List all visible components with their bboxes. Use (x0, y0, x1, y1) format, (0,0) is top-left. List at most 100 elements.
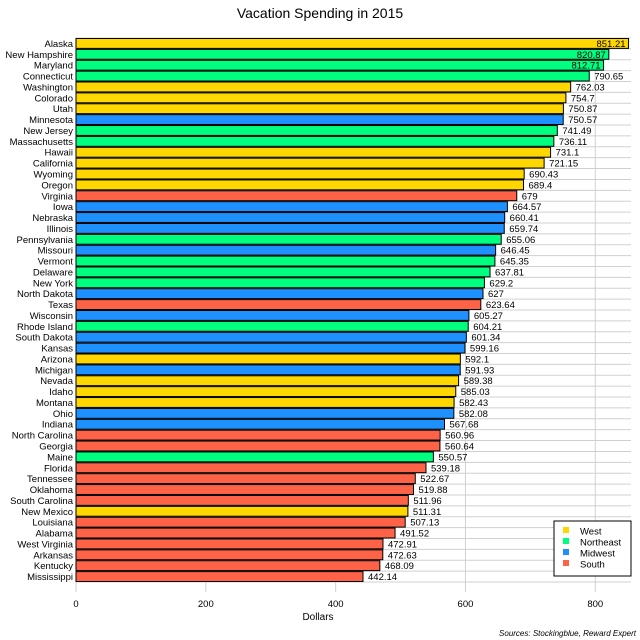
bar-connecticut (75, 70, 590, 82)
state-label: Nevada (40, 376, 73, 387)
value-label: 637.81 (495, 267, 524, 278)
value-label: 812.71 (571, 61, 600, 72)
value-label: 627 (488, 289, 504, 300)
value-label: 790.65 (594, 72, 623, 83)
legend-swatch-west (563, 527, 569, 533)
bar-arkansas (75, 549, 384, 561)
state-label: Nebraska (32, 213, 73, 224)
state-label: Vermont (38, 257, 74, 268)
legend: WestNortheastMidwestSouth (553, 520, 632, 577)
state-label: Delaware (33, 267, 73, 278)
x-tick-label: 0 (73, 599, 78, 610)
bar-massachusetts (75, 135, 555, 147)
state-label: North Dakota (17, 289, 74, 300)
value-label: 582.08 (459, 409, 488, 420)
value-label: 762.03 (576, 82, 605, 93)
value-label: 750.87 (568, 104, 597, 115)
state-label: New York (33, 278, 73, 289)
value-label: 820.87 (577, 50, 606, 61)
chart-title: Vacation Spending in 2015 (237, 5, 404, 21)
state-label: New Hampshire (5, 50, 73, 61)
value-label: 731.1 (556, 148, 580, 159)
bar-wyoming (75, 168, 525, 180)
value-label: 736.11 (559, 137, 587, 148)
bar-california (75, 157, 545, 169)
legend-swatch-midwest (563, 549, 569, 555)
value-label: 741.49 (562, 126, 591, 137)
state-label: Alaska (44, 39, 73, 50)
value-label: 567.68 (449, 420, 478, 431)
x-tick-label: 800 (587, 599, 603, 610)
value-label: 472.91 (388, 539, 417, 550)
bar-oklahoma (75, 484, 414, 495)
bar-texas (75, 299, 482, 310)
value-label: 605.27 (474, 311, 503, 322)
state-label: Illinois (47, 224, 74, 235)
value-label: 468.09 (385, 561, 414, 572)
state-label: Michigan (35, 365, 73, 376)
value-label: 601.34 (471, 333, 500, 344)
legend-swatch-northeast (563, 538, 569, 544)
vacation-spending-chart: AlaskaNew HampshireMarylandConnecticutWa… (5, 5, 636, 638)
value-label: 664.57 (512, 202, 541, 213)
value-label: 539.18 (431, 463, 460, 474)
bar-vermont (75, 255, 496, 267)
value-label: 519.88 (418, 485, 447, 496)
state-label: Maine (47, 452, 73, 463)
state-label: Utah (53, 104, 73, 115)
state-label: Washington (23, 82, 73, 93)
state-label: Idaho (49, 387, 73, 398)
state-label: Iowa (53, 202, 74, 213)
bar-north-dakota (75, 288, 484, 300)
value-label: 591.93 (465, 365, 494, 376)
bar-georgia (75, 440, 441, 452)
state-label: Texas (48, 300, 73, 311)
bar-virginia (75, 190, 518, 202)
bar-illinois (75, 222, 505, 234)
state-labels: AlaskaNew HampshireMarylandConnecticutWa… (5, 39, 73, 583)
state-label: Mississippi (27, 572, 73, 583)
state-label: Arkansas (33, 550, 73, 561)
state-label: South Carolina (10, 496, 74, 507)
bar-nevada (75, 375, 460, 387)
bar-hawaii (75, 146, 552, 158)
value-label: 442.14 (368, 572, 397, 583)
value-label: 655.06 (506, 235, 535, 246)
bar-new-mexico (75, 505, 409, 517)
bar-missouri (75, 244, 497, 256)
state-label: North Carolina (12, 431, 74, 442)
x-tick-label: 600 (458, 599, 474, 610)
state-label: New Mexico (21, 507, 73, 518)
value-label: 592.1 (465, 354, 489, 365)
state-label: Kentucky (34, 561, 73, 572)
value-label: 550.57 (438, 452, 467, 463)
value-label: 645.35 (500, 257, 529, 268)
value-label: 582.43 (459, 398, 488, 409)
state-label: Oregon (41, 180, 73, 191)
bar-utah (75, 103, 564, 115)
state-label: Wyoming (33, 170, 73, 181)
state-label: Maryland (34, 61, 73, 72)
value-label: 511.96 (413, 496, 441, 507)
state-label: Massachusetts (10, 137, 74, 148)
state-label: Ohio (53, 409, 73, 420)
bar-tennessee (75, 473, 416, 485)
x-axis-ticks: 0 200 400 600 800 (73, 599, 603, 610)
legend-label-west: West (580, 527, 602, 538)
bar-minnesota (75, 114, 564, 126)
bar-new-jersey (75, 125, 558, 136)
value-label: 604.21 (473, 322, 502, 333)
state-label: Pennsylvania (16, 235, 73, 246)
value-label: 629.2 (489, 278, 513, 289)
state-label: Wisconsin (30, 311, 73, 322)
bar-louisiana (75, 516, 406, 528)
bar-alaska (75, 38, 630, 49)
value-label: 491.52 (400, 529, 429, 540)
state-label: Montana (36, 398, 74, 409)
state-label: Connecticut (23, 72, 74, 83)
bar-idaho (75, 386, 457, 398)
value-label: 560.96 (445, 431, 474, 442)
bar-michigan (75, 364, 461, 376)
x-tick-label: 400 (328, 599, 344, 610)
legend-swatch-south (563, 560, 569, 566)
